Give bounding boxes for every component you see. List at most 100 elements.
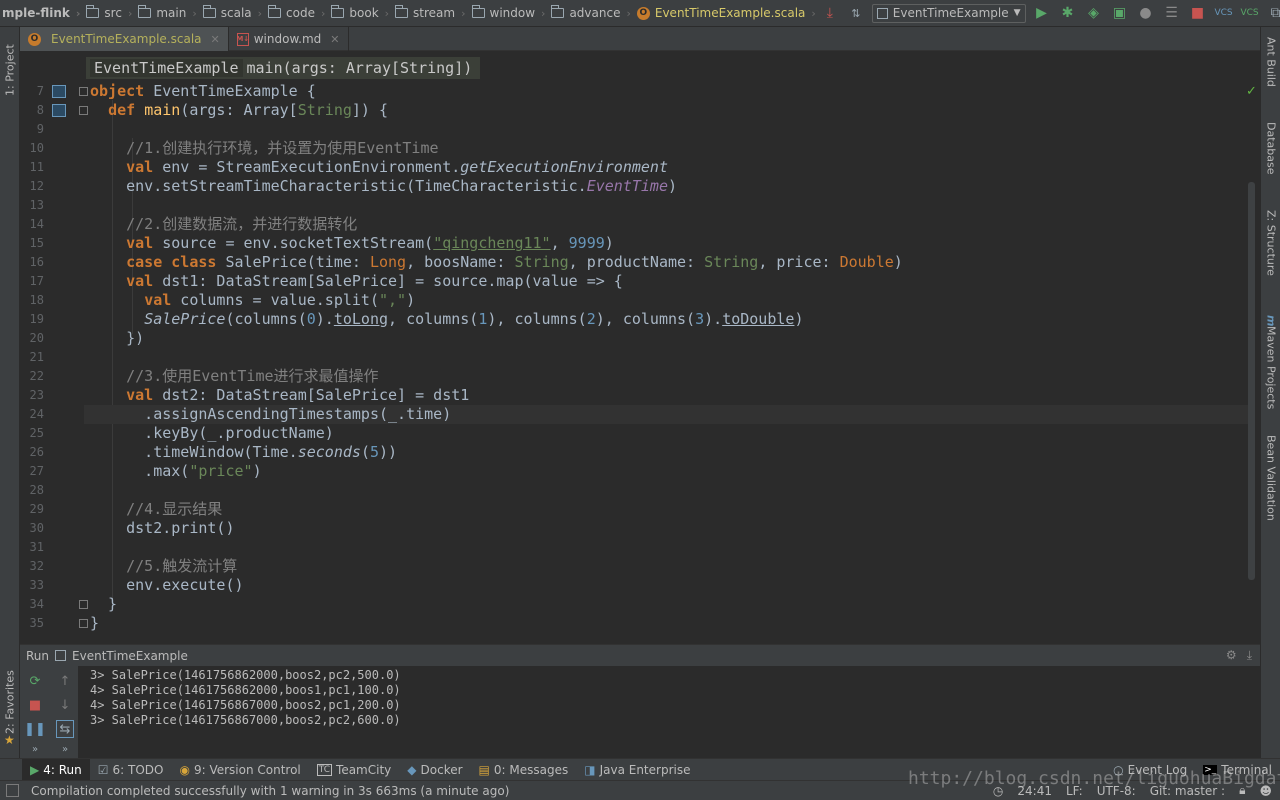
- breadcrumb-src[interactable]: src ›: [84, 0, 136, 27]
- inspection-ok-icon[interactable]: ✓: [1246, 84, 1257, 99]
- line-number: 7: [36, 84, 44, 98]
- vertical-scrollbar[interactable]: [1248, 182, 1255, 580]
- vcs-commit-icon[interactable]: VCS: [1240, 3, 1260, 23]
- line-number: 31: [29, 540, 44, 554]
- code-area[interactable]: object EventTimeExample { def main(args:…: [84, 80, 1254, 640]
- line-number: 32: [29, 559, 44, 573]
- close-icon[interactable]: ✕: [211, 33, 220, 46]
- run-configuration-select[interactable]: EventTimeExample ▼: [871, 3, 1026, 23]
- down-arrow-icon[interactable]: ↓: [56, 696, 74, 714]
- fold-marker-icon[interactable]: [79, 600, 88, 609]
- pause-icon[interactable]: ❚❚: [24, 720, 46, 738]
- update-project-icon[interactable]: ⇅: [846, 3, 866, 23]
- crumb-label: advance: [569, 6, 621, 20]
- left-tool-stripe: 1: Project 2: Favorites ★: [0, 27, 20, 758]
- tab-window-md[interactable]: M↓ window.md ✕: [229, 27, 349, 51]
- build-icon[interactable]: ☰: [1162, 3, 1182, 23]
- comment-step-4: //4.显示结果: [126, 500, 223, 518]
- messages-tool-button[interactable]: ▤ 0: Messages: [471, 759, 577, 781]
- fold-marker-icon[interactable]: [79, 87, 88, 96]
- gear-icon[interactable]: ⚙: [1226, 648, 1237, 663]
- host-string: "qingcheng11": [433, 234, 551, 252]
- profile-icon[interactable]: ▣: [1110, 3, 1130, 23]
- close-icon[interactable]: ✕: [330, 33, 339, 46]
- line-number: 28: [29, 483, 44, 497]
- tab-eventtimeexample[interactable]: O EventTimeExample.scala ✕: [20, 27, 229, 51]
- fold-marker-icon[interactable]: [79, 106, 88, 115]
- line-number: 34: [29, 597, 44, 611]
- breadcrumb-book[interactable]: book ›: [329, 0, 393, 27]
- teamcity-tool-label: TeamCity: [336, 762, 392, 777]
- status-message[interactable]: Compilation completed successfully with …: [0, 784, 509, 798]
- tool-windows-toggle-icon[interactable]: [6, 784, 19, 797]
- breadcrumb-window[interactable]: window ›: [470, 0, 550, 27]
- breadcrumb-stream[interactable]: stream ›: [393, 0, 469, 27]
- messages-tool-label: 0: Messages: [493, 762, 569, 777]
- breadcrumb-main[interactable]: main ›: [136, 0, 200, 27]
- soft-wrap-icon[interactable]: ⇆: [56, 720, 74, 738]
- up-arrow-icon[interactable]: ↑: [56, 672, 74, 690]
- database-tab[interactable]: Database: [1261, 122, 1280, 192]
- code-line: }: [90, 614, 100, 632]
- code-editor[interactable]: EventTimeExample main(args: Array[String…: [20, 52, 1260, 642]
- structure-tab[interactable]: Z: Structure: [1261, 210, 1280, 300]
- rerun-icon[interactable]: ⟳: [26, 672, 44, 690]
- console-line: 4> SalePrice(1461756862000,boos1,pc1,100…: [90, 683, 401, 697]
- breadcrumb-code[interactable]: code ›: [266, 0, 329, 27]
- todo-tool-label: 6: TODO: [112, 762, 164, 777]
- fold-marker-icon[interactable]: [79, 619, 88, 628]
- folder-icon: [331, 5, 345, 18]
- main-toolbar: ⤓ ⇅ EventTimeExample ▼ ▶ ✱ ◈ ▣ ● ☰ ■ VCS…: [820, 3, 1280, 23]
- java-enterprise-tool-button[interactable]: ◨ Java Enterprise: [576, 759, 698, 781]
- breadcrumb-scala[interactable]: scala ›: [201, 0, 266, 27]
- run-panel-title: Run: [26, 648, 50, 663]
- line-number: 9: [36, 122, 44, 136]
- line-number: 14: [29, 217, 44, 231]
- breadcrumb-file[interactable]: O EventTimeExample.scala ›: [635, 0, 820, 27]
- vcs-update-icon[interactable]: VCS: [1214, 3, 1234, 23]
- hint-method[interactable]: main(args: Array[String]): [243, 59, 477, 77]
- project-tool-tab[interactable]: 1: Project: [0, 35, 20, 105]
- run-tool-button[interactable]: ▶ 4: Run: [22, 758, 90, 781]
- stop-icon[interactable]: ■: [26, 696, 44, 714]
- run-gutter-icon[interactable]: [52, 85, 66, 98]
- code-line: env.setStreamTimeCharacteristic(TimeChar…: [90, 177, 678, 195]
- watermark: http://blog.csdn.net/liguohuaBigdata: [908, 768, 1280, 789]
- crumb-label: src: [104, 6, 122, 20]
- console-output[interactable]: 3> SalePrice(1461756862000,boos2,pc2,500…: [90, 668, 401, 728]
- more-chevron-icon[interactable]: »: [26, 740, 44, 758]
- docker-tool-button[interactable]: ◆ Docker: [399, 759, 470, 781]
- run-icon[interactable]: ▶: [1032, 3, 1052, 23]
- coverage-icon[interactable]: ◈: [1084, 3, 1104, 23]
- line-number: 15: [29, 236, 44, 250]
- project-tab-label: 1: Project: [3, 44, 17, 96]
- hide-panel-icon[interactable]: ⤓: [1247, 648, 1252, 663]
- folder-icon: [202, 5, 216, 18]
- todo-tool-button[interactable]: ☑ 6: TODO: [90, 759, 172, 781]
- breadcrumb-advance[interactable]: advance ›: [549, 0, 634, 27]
- run-gutter-icon[interactable]: [52, 104, 66, 117]
- more-chevron-icon[interactable]: »: [56, 740, 74, 758]
- attach-icon[interactable]: ●: [1136, 3, 1156, 23]
- docker-tool-label: Docker: [420, 762, 463, 777]
- version-control-tool-button[interactable]: ◉ 9: Version Control: [171, 759, 308, 781]
- run-config-tab[interactable]: EventTimeExample: [72, 649, 188, 663]
- hint-object[interactable]: EventTimeExample: [90, 59, 243, 77]
- bean-validation-tab[interactable]: Bean Validation: [1261, 435, 1280, 545]
- stop-icon[interactable]: ■: [1188, 3, 1208, 23]
- chevron-down-icon: ▼: [1013, 8, 1021, 18]
- teamcity-tool-button[interactable]: TC TeamCity: [309, 759, 400, 781]
- debug-icon[interactable]: ✱: [1058, 3, 1078, 23]
- code-line: dst2.print(): [90, 519, 235, 537]
- line-number: 10: [29, 141, 44, 155]
- run-config-label: EventTimeExample: [892, 6, 1009, 20]
- line-number: 11: [29, 160, 44, 174]
- breadcrumb-project[interactable]: mple-flink ›: [0, 0, 84, 27]
- download-arrow-icon[interactable]: ⤓: [820, 3, 840, 23]
- ant-build-tab[interactable]: Ant Build: [1261, 37, 1280, 107]
- code-line: //5.触发流计算: [90, 557, 237, 576]
- compare-icon[interactable]: ⧉: [1266, 3, 1280, 23]
- vcs-icon: ◉: [179, 762, 190, 777]
- maven-projects-tab[interactable]: m Maven Projects: [1261, 315, 1280, 415]
- favorites-tool-tab[interactable]: 2: Favorites: [0, 667, 20, 737]
